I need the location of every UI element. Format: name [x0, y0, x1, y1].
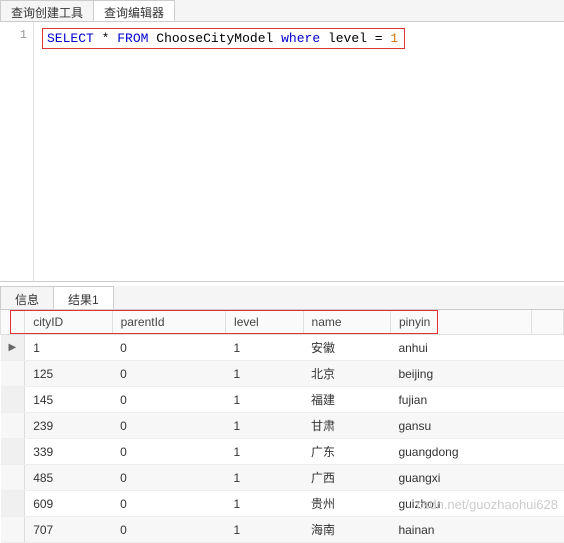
cell-cityID[interactable]: 125 [25, 361, 112, 387]
result-table[interactable]: cityID parentId level name pinyin ▶101安徽… [0, 310, 564, 543]
cell-parentId[interactable]: 0 [112, 361, 225, 387]
cell-cityID[interactable]: 145 [25, 387, 112, 413]
cell-level[interactable]: 1 [226, 387, 303, 413]
row-marker [1, 361, 25, 387]
cell-cityID[interactable]: 609 [25, 491, 112, 517]
cell-cityID[interactable]: 1 [25, 335, 112, 361]
sql-column: level [328, 31, 367, 46]
table-header-row: cityID parentId level name pinyin [1, 310, 564, 335]
col-level[interactable]: level [226, 310, 303, 335]
result-table-wrap: cityID parentId level name pinyin ▶101安徽… [0, 310, 564, 543]
row-marker-header [1, 310, 25, 335]
cell-pinyin[interactable]: hainan [390, 517, 531, 543]
cell-spacer [532, 439, 564, 465]
sql-statement-highlight: SELECT * FROM ChooseCityModel where leve… [42, 28, 405, 49]
table-row[interactable]: 33901广东guangdong [1, 439, 564, 465]
row-marker: ▶ [1, 335, 25, 361]
table-row[interactable]: 23901甘肃gansu [1, 413, 564, 439]
cell-spacer [532, 413, 564, 439]
row-marker [1, 413, 25, 439]
cell-spacer [532, 335, 564, 361]
col-name[interactable]: name [303, 310, 390, 335]
col-pinyin[interactable]: pinyin [390, 310, 531, 335]
cell-cityID[interactable]: 485 [25, 465, 112, 491]
sql-editor[interactable]: 1 SELECT * FROM ChooseCityModel where le… [0, 22, 564, 282]
cell-parentId[interactable]: 0 [112, 413, 225, 439]
sql-value: 1 [390, 31, 398, 46]
sql-star: * [102, 31, 110, 46]
cell-name[interactable]: 甘肃 [303, 413, 390, 439]
tab-result1[interactable]: 结果1 [53, 286, 114, 309]
cell-parentId[interactable]: 0 [112, 491, 225, 517]
cell-pinyin[interactable]: guizhou [390, 491, 531, 517]
cell-pinyin[interactable]: guangdong [390, 439, 531, 465]
cell-name[interactable]: 广东 [303, 439, 390, 465]
line-number-gutter: 1 [0, 22, 34, 281]
cell-level[interactable]: 1 [226, 517, 303, 543]
cell-pinyin[interactable]: beijing [390, 361, 531, 387]
result-tabs: 信息 结果1 [0, 286, 564, 310]
cell-parentId[interactable]: 0 [112, 517, 225, 543]
cell-name[interactable]: 海南 [303, 517, 390, 543]
sql-table-name: ChooseCityModel [156, 31, 273, 46]
sql-keyword-where: where [281, 31, 320, 46]
cell-parentId[interactable]: 0 [112, 439, 225, 465]
cell-cityID[interactable]: 339 [25, 439, 112, 465]
cell-parentId[interactable]: 0 [112, 465, 225, 491]
tab-info[interactable]: 信息 [0, 286, 54, 309]
cell-spacer [532, 517, 564, 543]
sql-keyword-from: FROM [117, 31, 148, 46]
col-parentId[interactable]: parentId [112, 310, 225, 335]
col-spacer [532, 310, 564, 335]
cell-level[interactable]: 1 [226, 465, 303, 491]
row-marker [1, 465, 25, 491]
cell-parentId[interactable]: 0 [112, 387, 225, 413]
cell-pinyin[interactable]: fujian [390, 387, 531, 413]
cell-pinyin[interactable]: anhui [390, 335, 531, 361]
cell-name[interactable]: 北京 [303, 361, 390, 387]
cell-spacer [532, 361, 564, 387]
cell-spacer [532, 387, 564, 413]
table-row[interactable]: 14501福建fujian [1, 387, 564, 413]
cell-name[interactable]: 贵州 [303, 491, 390, 517]
cell-level[interactable]: 1 [226, 361, 303, 387]
cell-level[interactable]: 1 [226, 491, 303, 517]
table-row[interactable]: 48501广西guangxi [1, 465, 564, 491]
tab-query-editor[interactable]: 查询编辑器 [93, 0, 175, 21]
col-cityID[interactable]: cityID [25, 310, 112, 335]
table-row[interactable]: 70701海南hainan [1, 517, 564, 543]
editor-tabs: 查询创建工具 查询编辑器 [0, 0, 564, 22]
table-row[interactable]: ▶101安徽anhui [1, 335, 564, 361]
cell-spacer [532, 465, 564, 491]
sql-keyword-select: SELECT [47, 31, 94, 46]
row-marker [1, 387, 25, 413]
row-marker [1, 517, 25, 543]
cell-cityID[interactable]: 239 [25, 413, 112, 439]
table-row[interactable]: 60901贵州guizhou [1, 491, 564, 517]
sql-code-area[interactable]: SELECT * FROM ChooseCityModel where leve… [34, 22, 564, 281]
cell-name[interactable]: 安徽 [303, 335, 390, 361]
cell-pinyin[interactable]: gansu [390, 413, 531, 439]
tab-query-create-tool[interactable]: 查询创建工具 [0, 0, 94, 21]
cell-level[interactable]: 1 [226, 335, 303, 361]
row-marker [1, 491, 25, 517]
cell-cityID[interactable]: 707 [25, 517, 112, 543]
table-row[interactable]: 12501北京beijing [1, 361, 564, 387]
cell-level[interactable]: 1 [226, 413, 303, 439]
cell-spacer [532, 491, 564, 517]
cell-pinyin[interactable]: guangxi [390, 465, 531, 491]
cell-name[interactable]: 广西 [303, 465, 390, 491]
cell-level[interactable]: 1 [226, 439, 303, 465]
row-marker [1, 439, 25, 465]
line-number: 1 [0, 28, 27, 42]
cell-name[interactable]: 福建 [303, 387, 390, 413]
sql-eq: = [375, 31, 383, 46]
cell-parentId[interactable]: 0 [112, 335, 225, 361]
